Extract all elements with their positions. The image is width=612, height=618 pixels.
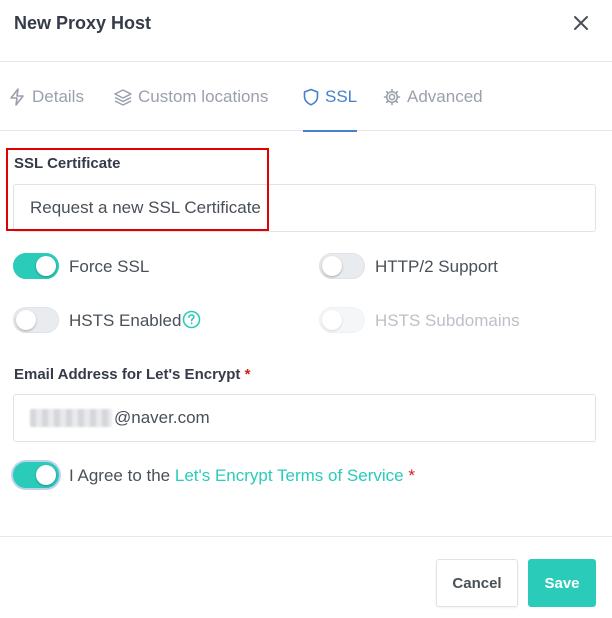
layers-icon xyxy=(114,88,132,106)
bolt-icon xyxy=(10,87,24,106)
cancel-button[interactable]: Cancel xyxy=(436,559,518,607)
ssl-certificate-value: Request a new SSL Certificate xyxy=(30,198,261,217)
tab-bar: Details Custom locations SSL Advanced xyxy=(0,62,612,132)
hsts-label: HSTS Enabled xyxy=(69,311,182,330)
hsts-subdomains-toggle[interactable] xyxy=(319,307,365,333)
http2-label: HTTP/2 Support xyxy=(375,257,498,276)
http2-toggle[interactable] xyxy=(319,253,365,279)
gear-icon xyxy=(383,88,401,105)
agree-tos-toggle[interactable] xyxy=(13,462,59,488)
tab-ssl-label: SSL xyxy=(325,86,358,106)
hsts-toggle[interactable] xyxy=(13,307,59,333)
modal-footer: Cancel Save xyxy=(0,536,612,618)
ssl-certificate-select[interactable]: Request a new SSL Certificate xyxy=(13,184,596,232)
agree-required-mark: * xyxy=(408,466,415,485)
email-field-suffix: @naver.com xyxy=(114,408,210,427)
email-label: Email Address for Let's Encrypt * xyxy=(14,366,250,383)
help-icon[interactable] xyxy=(182,310,201,329)
force-ssl-label: Force SSL xyxy=(69,257,150,276)
tab-advanced[interactable]: Advanced xyxy=(383,62,483,131)
email-field[interactable]: @naver.com xyxy=(13,394,596,442)
tab-custom-locations-label: Custom locations xyxy=(138,86,269,106)
tab-advanced-label: Advanced xyxy=(407,86,483,106)
tab-ssl[interactable]: SSL xyxy=(303,62,358,132)
redacted-email-user xyxy=(30,409,112,427)
modal-header: New Proxy Host xyxy=(0,0,612,62)
required-mark: * xyxy=(244,366,251,383)
tos-link[interactable]: Let's Encrypt Terms of Service xyxy=(175,466,404,485)
save-button[interactable]: Save xyxy=(528,559,596,607)
agree-tos-label: I Agree to the Let's Encrypt Terms of Se… xyxy=(69,466,415,486)
force-ssl-toggle[interactable] xyxy=(13,253,59,279)
email-label-text: Email Address for Let's Encrypt xyxy=(14,366,241,383)
ssl-certificate-label: SSL Certificate xyxy=(14,155,121,172)
tab-details-label: Details xyxy=(32,86,84,106)
modal-title: New Proxy Host xyxy=(14,13,152,33)
tab-details[interactable]: Details xyxy=(8,62,84,131)
agree-tos-prefix: I Agree to the xyxy=(69,466,175,485)
tab-custom-locations[interactable]: Custom locations xyxy=(114,62,268,131)
hsts-subdomains-label: HSTS Subdomains xyxy=(375,311,520,330)
close-icon[interactable] xyxy=(570,12,592,34)
shield-icon xyxy=(303,88,319,106)
